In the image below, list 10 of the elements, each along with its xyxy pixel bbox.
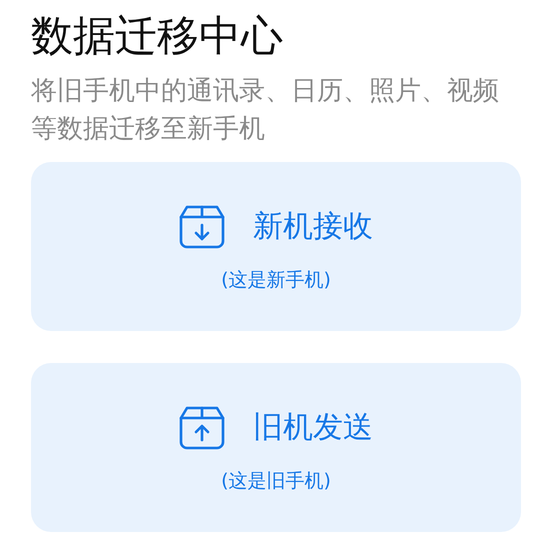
option-card[interactable]: 旧机发送 (这是旧手机): [31, 363, 521, 532]
box-download-icon: [179, 204, 225, 248]
option-note: (这是新手机): [221, 268, 331, 292]
option-label: 旧机发送: [253, 409, 373, 447]
option-label: 新机接收: [253, 208, 373, 246]
page-title: 数据迁移中心: [31, 10, 284, 62]
description: 将旧手机中的通讯录、日历、照片、视频等数据迁移至新手机: [31, 75, 500, 146]
option-note: (这是旧手机): [221, 468, 331, 494]
box-upload-icon: [179, 406, 225, 450]
option-card[interactable]: 新机接收 (这是新手机): [31, 162, 521, 331]
